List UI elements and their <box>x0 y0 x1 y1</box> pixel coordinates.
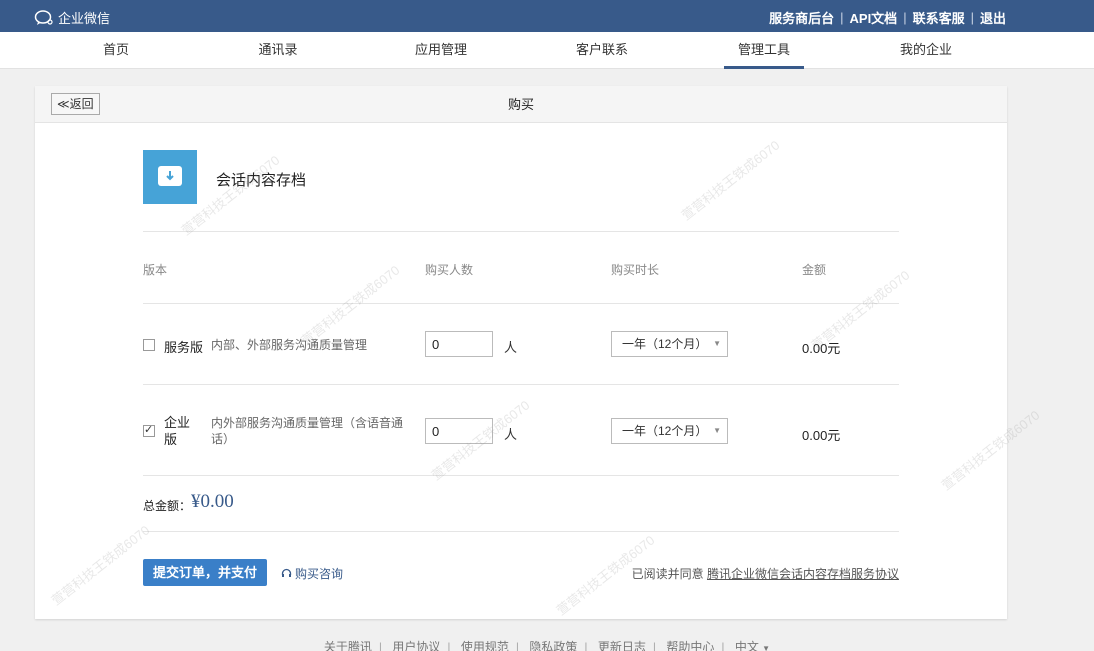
top-link-provider[interactable]: 服务商后台 <box>769 8 834 27</box>
consult-label: 购买咨询 <box>295 567 344 581</box>
duration-value: 一年（12个月） <box>622 337 708 351</box>
header-duration: 购买时长 <box>611 263 660 277</box>
nav-customer-contact[interactable]: 客户联系 <box>567 32 637 69</box>
back-button[interactable]: ≪返回 <box>51 93 100 115</box>
brand[interactable]: 企业微信 <box>34 8 110 27</box>
edition-desc: 内外部服务沟通质量管理（含语音通话） <box>211 416 404 446</box>
footer: 关于腾讯 | 用户协议 | 使用规范 | 隐私政策 | 更新日志 | 帮助中心 | 中文 ▼ <box>0 638 1094 651</box>
footer-language[interactable]: 中文 ▼ <box>735 640 770 651</box>
footer-about[interactable]: 关于腾讯 <box>324 640 372 651</box>
footer-privacy[interactable]: 隐私政策 <box>529 640 577 651</box>
total-label: 总金额： <box>143 499 192 513</box>
purchase-consult-link[interactable]: 购买咨询 <box>281 565 343 582</box>
duration-select[interactable]: 一年（12个月） ▼ <box>611 331 728 357</box>
brand-name: 企业微信 <box>58 11 111 26</box>
duration-value: 一年（12个月） <box>622 424 708 438</box>
divider <box>143 231 899 232</box>
nav-contacts[interactable]: 通讯录 <box>250 32 306 69</box>
card-header: 购买 ≪返回 <box>35 86 1007 123</box>
edition-desc: 内部、外部服务沟通质量管理 <box>211 338 368 352</box>
header-count: 购买人数 <box>425 263 474 277</box>
purchase-card: 购买 ≪返回 会话内容存档 版本 购买人数 购买时长 金额 服务版 内部、外部服… <box>35 86 1007 619</box>
divider: | <box>840 10 844 25</box>
headset-icon <box>281 568 292 577</box>
archive-app-icon <box>143 150 197 204</box>
top-link-logout[interactable]: 退出 <box>980 8 1006 27</box>
edition-name: 企业版 <box>164 415 191 447</box>
main-nav: 首页 通讯录 应用管理 客户联系 管理工具 我的企业 <box>0 32 1094 69</box>
unit-label: 人 <box>504 427 518 442</box>
nav-management-tools[interactable]: 管理工具 <box>724 32 804 69</box>
caret-down-icon: ▼ <box>762 644 771 651</box>
top-links: 服务商后台 | API文档 | 联系客服 | 退出 <box>769 8 1006 27</box>
language-label: 中文 <box>734 640 759 651</box>
page-title: 购买 <box>507 97 534 112</box>
footer-changelog[interactable]: 更新日志 <box>598 640 646 651</box>
divider: | <box>903 10 907 25</box>
total-value: ¥0.00 <box>191 491 234 512</box>
download-arrow-icon <box>166 171 174 181</box>
divider <box>143 303 899 304</box>
nav-home[interactable]: 首页 <box>88 32 144 69</box>
divider <box>143 531 899 532</box>
submit-order-button[interactable]: 提交订单，并支付 <box>143 559 267 586</box>
agreement-link[interactable]: 腾讯企业微信会话内容存档服务协议 <box>707 567 899 581</box>
top-bar: 企业微信 服务商后台 | API文档 | 联系客服 | 退出 <box>0 0 1094 32</box>
footer-usage-rules[interactable]: 使用规范 <box>461 640 509 651</box>
app-name: 会话内容存档 <box>216 172 307 189</box>
amount-value: 0.00元 <box>802 428 841 443</box>
header-edition: 版本 <box>143 263 168 277</box>
header-amount: 金额 <box>802 263 827 277</box>
edition-name: 服务版 <box>164 340 204 355</box>
wecom-logo-icon <box>34 9 53 25</box>
quantity-input[interactable] <box>425 418 493 444</box>
top-link-support[interactable]: 联系客服 <box>913 8 965 27</box>
divider <box>143 475 899 476</box>
nav-app-management[interactable]: 应用管理 <box>406 32 476 69</box>
footer-help[interactable]: 帮助中心 <box>666 640 714 651</box>
duration-select[interactable]: 一年（12个月） ▼ <box>611 418 728 444</box>
edition-checkbox-enterprise[interactable] <box>143 423 155 437</box>
agreement: 已阅读并同意 腾讯企业微信会话内容存档服务协议 <box>632 565 899 582</box>
footer-user-agreement[interactable]: 用户协议 <box>392 640 440 651</box>
quantity-input[interactable] <box>425 331 493 357</box>
caret-down-icon: ▼ <box>713 426 721 435</box>
divider <box>143 384 899 385</box>
nav-my-company[interactable]: 我的企业 <box>891 32 961 69</box>
edition-checkbox-service[interactable] <box>143 339 155 351</box>
top-link-api-docs[interactable]: API文档 <box>850 8 898 27</box>
amount-value: 0.00元 <box>802 341 841 356</box>
caret-down-icon: ▼ <box>713 339 721 348</box>
unit-label: 人 <box>504 340 518 355</box>
divider: | <box>970 10 974 25</box>
agree-prefix: 已阅读并同意 <box>631 567 704 581</box>
